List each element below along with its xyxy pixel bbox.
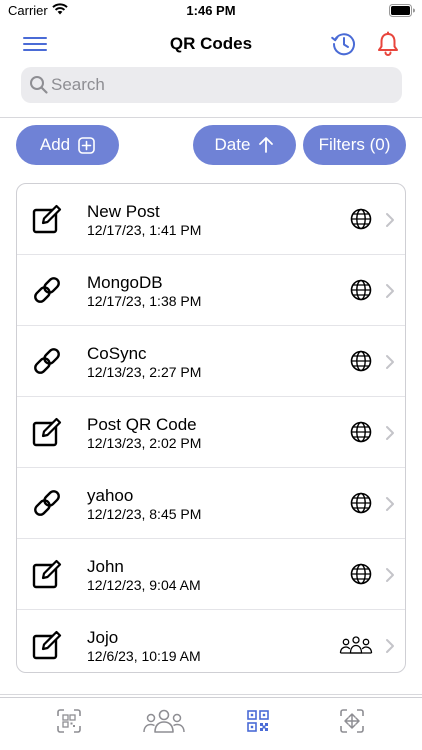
battery-icon (389, 4, 415, 17)
edit-note-icon (32, 630, 62, 660)
list-item-date: 12/13/23, 2:27 PM (87, 364, 202, 380)
scan-expand-icon[interactable] (339, 708, 365, 734)
clock-time: 1:46 PM (186, 3, 236, 18)
list-item-date: 12/17/23, 1:41 PM (87, 222, 202, 238)
list-item-title: Jojo (87, 628, 119, 647)
chevron-right-icon (386, 639, 394, 653)
status-bar: Carrier 1:46 PM (0, 0, 422, 24)
filters-button[interactable]: Filters (0) (303, 125, 406, 165)
list-item-title: John (87, 557, 124, 576)
add-button[interactable]: Add (16, 125, 119, 165)
chevron-right-icon (386, 355, 394, 369)
list-item-title: MongoDB (87, 273, 163, 292)
chevron-right-icon (386, 568, 394, 582)
tab-bar (0, 697, 422, 750)
list-item[interactable]: CoSync 12/13/23, 2:27 PM (17, 326, 405, 397)
list-item-date: 12/12/23, 9:04 AM (87, 577, 201, 593)
chevron-right-icon (386, 497, 394, 511)
chevron-right-icon (386, 284, 394, 298)
page-title: QR Codes (169, 34, 253, 53)
header-divider (0, 117, 422, 118)
navigation-bar: QR Codes (0, 24, 422, 64)
list-item[interactable]: MongoDB 12/17/23, 1:38 PM (17, 255, 405, 326)
globe-icon (350, 208, 372, 230)
link-icon (34, 277, 60, 303)
search-icon (30, 76, 48, 94)
link-icon (34, 348, 60, 374)
list-item[interactable]: Jojo 12/6/23, 10:19 AM (17, 610, 405, 672)
globe-icon (350, 563, 372, 585)
chevron-right-icon (386, 213, 394, 227)
filters-button-label: Filters (0) (318, 135, 391, 154)
globe-icon (350, 350, 372, 372)
link-icon (34, 490, 60, 516)
qr-code-icon[interactable] (246, 708, 270, 734)
add-button-label: Add (39, 135, 71, 154)
people-icon[interactable] (142, 708, 186, 734)
qr-code-list: New Post 12/17/23, 1:41 PM MongoDB 12/17/23… (16, 183, 406, 673)
list-bottom-divider (0, 694, 422, 695)
list-item-title: yahoo (87, 486, 134, 505)
chevron-right-icon (386, 426, 394, 440)
globe-icon (350, 279, 372, 301)
list-item-date: 12/6/23, 10:19 AM (87, 648, 201, 664)
sort-date-button[interactable]: Date (193, 125, 296, 165)
edit-note-icon (32, 417, 62, 447)
search-bar[interactable] (21, 67, 402, 103)
sort-button-label: Date (214, 135, 251, 154)
list-item[interactable]: Post QR Code 12/13/23, 2:02 PM (17, 397, 405, 468)
list-item-title: Post QR Code (87, 415, 197, 434)
search-input[interactable] (51, 67, 391, 103)
list-item[interactable]: John 12/12/23, 9:04 AM (17, 539, 405, 610)
history-clock-icon[interactable] (330, 30, 358, 58)
list-item-date: 12/17/23, 1:38 PM (87, 293, 202, 309)
list-item-title: CoSync (87, 344, 147, 363)
list-item-title: New Post (87, 202, 160, 221)
plus-square-icon (78, 136, 95, 154)
arrow-up-icon (259, 137, 274, 153)
list-item-date: 12/13/23, 2:02 PM (87, 435, 202, 451)
globe-icon (350, 421, 372, 443)
list-item[interactable]: New Post 12/17/23, 1:41 PM (17, 184, 405, 255)
bell-icon[interactable] (374, 30, 402, 58)
edit-note-icon (32, 559, 62, 589)
list-item[interactable]: yahoo 12/12/23, 8:45 PM (17, 468, 405, 539)
group-icon (339, 636, 373, 654)
list-item-date: 12/12/23, 8:45 PM (87, 506, 202, 522)
edit-note-icon (32, 204, 62, 234)
globe-icon (350, 492, 372, 514)
scan-qr-icon[interactable] (56, 708, 82, 734)
